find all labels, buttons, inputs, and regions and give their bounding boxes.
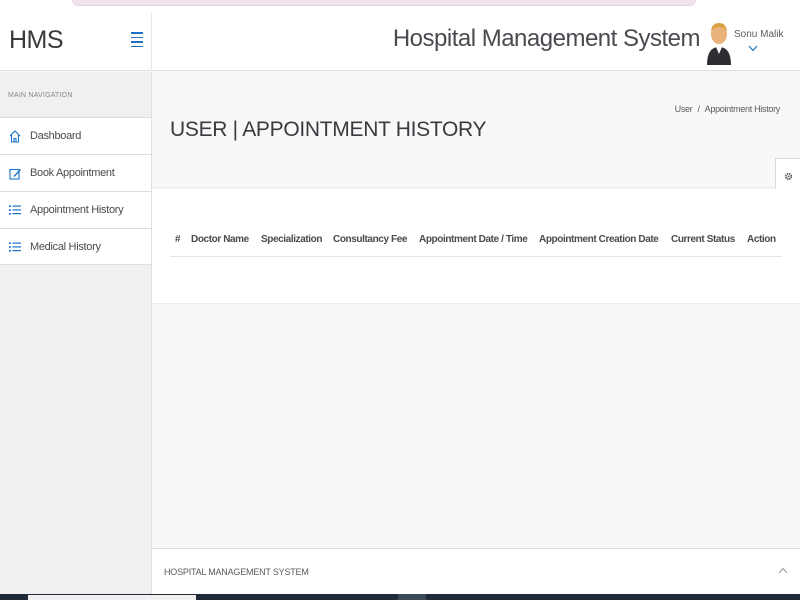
sidebar-item-label: Medical History xyxy=(30,240,101,253)
column-header-appointment-creation-date: Appointment Creation Date xyxy=(539,234,659,245)
list-icon xyxy=(0,205,30,215)
page-header: USER | APPOINTMENT HISTORY User / Appointm… xyxy=(152,72,800,196)
breadcrumb: User / Appointment History xyxy=(675,104,781,114)
column-header-consultancy-fee: Consultancy Fee xyxy=(333,234,408,245)
chevron-up-icon[interactable] xyxy=(778,563,788,577)
home-icon xyxy=(0,129,30,143)
browser-top-strip xyxy=(0,0,800,13)
column-header-appointment-date-time: Appointment Date / Time xyxy=(419,234,528,245)
column-header-index: # xyxy=(175,234,181,245)
sidebar-heading: MAIN NAVIGATION xyxy=(8,92,73,99)
footer: HOSPITAL MANAGEMENT SYSTEM xyxy=(152,548,800,594)
taskbar-active-app[interactable] xyxy=(398,594,426,600)
sidebar-item-label: Dashboard xyxy=(30,130,82,142)
breadcrumb-user[interactable]: User xyxy=(675,104,693,114)
column-header-specialization: Specialization xyxy=(261,234,323,245)
chevron-down-icon[interactable] xyxy=(748,43,758,55)
os-taskbar xyxy=(0,594,800,600)
sidebar-item-medical-history[interactable]: Medical History xyxy=(0,228,151,265)
breadcrumb-separator: / xyxy=(697,104,700,114)
main-content: USER | APPOINTMENT HISTORY User / Appointm… xyxy=(152,72,800,548)
list-icon xyxy=(0,242,30,252)
sidebar-item-label: Book Appointment xyxy=(30,167,115,179)
column-header-doctor-name: Doctor Name xyxy=(191,234,249,245)
sidebar-item-label: Appointment History xyxy=(30,204,124,216)
top-header: HMS Hospital Management System Sonu Mali… xyxy=(0,13,800,71)
column-header-action: Action xyxy=(747,234,776,245)
hamburger-icon[interactable] xyxy=(131,32,143,48)
footer-text: HOSPITAL MANAGEMENT SYSTEM xyxy=(164,567,309,577)
breadcrumb-current: Appointment History xyxy=(704,104,781,114)
avatar[interactable] xyxy=(706,21,732,65)
page-title: USER | APPOINTMENT HISTORY xyxy=(170,118,487,141)
appointment-history-table: # Doctor Name Specialization Consultancy… xyxy=(152,189,800,304)
brand-area: HMS xyxy=(0,13,152,71)
column-header-current-status: Current Status xyxy=(671,234,735,245)
taskbar-search-box[interactable] xyxy=(28,595,196,600)
sidebar-item-dashboard[interactable]: Dashboard xyxy=(0,117,151,154)
sidebar-item-book-appointment[interactable]: Book Appointment xyxy=(0,154,151,191)
user-name[interactable]: Sonu Malik xyxy=(734,29,783,40)
pencil-square-icon xyxy=(0,167,30,180)
app-title: Hospital Management System xyxy=(392,25,701,52)
table-header-row: # Doctor Name Specialization Consultancy… xyxy=(170,219,782,257)
sidebar: MAIN NAVIGATION Dashboard Book Appointme… xyxy=(0,72,152,600)
browser-tab-edge xyxy=(72,0,696,6)
gear-icon xyxy=(784,168,793,186)
sidebar-item-appointment-history[interactable]: Appointment History xyxy=(0,191,151,228)
brand-logo[interactable]: HMS xyxy=(9,26,64,55)
